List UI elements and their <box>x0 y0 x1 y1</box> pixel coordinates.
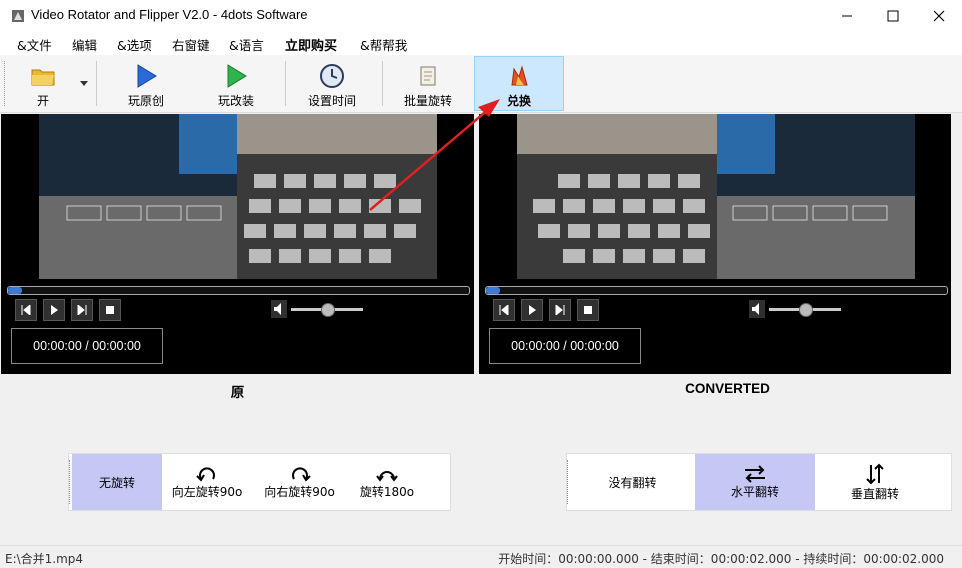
volume-icon[interactable] <box>749 300 765 318</box>
converted-time-display: 00:00:00 / 00:00:00 <box>489 328 641 364</box>
folder-icon <box>31 69 55 86</box>
play-blue-icon <box>137 64 157 88</box>
volume-knob[interactable] <box>799 303 813 317</box>
open-button[interactable]: 开 <box>18 57 68 110</box>
prev-frame-button[interactable] <box>493 299 515 321</box>
flip-group: 没有翻转 水平翻转 垂直翻转 <box>566 453 952 511</box>
rotate-left-90-button[interactable]: 向左旋转90o <box>162 454 252 510</box>
stop-button[interactable] <box>99 299 121 321</box>
rotate-right-label: 向右旋转90o <box>264 484 335 499</box>
play-converted-label: 玩改装 <box>217 94 254 108</box>
toolbar-separator <box>96 61 97 106</box>
play-button[interactable] <box>43 299 65 321</box>
stop-button[interactable] <box>577 299 599 321</box>
converted-seek-bar[interactable] <box>485 286 948 295</box>
batch-rotate-button[interactable]: 批量旋转 <box>398 57 458 110</box>
status-file-path: E:\合并1.mp4 <box>5 552 84 566</box>
menu-bar: &文件 编辑 &选项 右窗键 &语言 立即购买 &帮帮我 <box>0 31 962 55</box>
toolbar-separator <box>285 61 286 106</box>
rotate-180-icon <box>376 470 398 482</box>
open-label: 开 <box>36 94 49 108</box>
play-button[interactable] <box>521 299 543 321</box>
next-frame-button[interactable] <box>71 299 93 321</box>
no-flip-button[interactable]: 没有翻转 <box>570 454 695 510</box>
menu-context[interactable]: 右窗键 <box>172 35 210 54</box>
rotation-group: 无旋转 向左旋转90o 向右旋转90o 旋转180o <box>68 453 451 511</box>
rotate-right-90-button[interactable]: 向右旋转90o <box>252 454 347 510</box>
skip-forward-icon <box>77 305 87 315</box>
flip-horizontal-button[interactable]: 水平翻转 <box>695 454 815 510</box>
converted-video-frame <box>517 114 915 279</box>
no-rotation-button[interactable]: 无旋转 <box>72 454 162 510</box>
rotate-180-label: 旋转180o <box>359 484 415 499</box>
flip-vertical-label: 垂直翻转 <box>850 486 899 501</box>
minimize-icon <box>842 15 852 16</box>
stop-icon <box>106 306 114 314</box>
menu-help[interactable]: &帮帮我 <box>360 35 407 54</box>
volume-icon[interactable] <box>271 300 287 318</box>
original-video-frame <box>39 114 437 279</box>
window-title: Video Rotator and Flipper V2.0 - 4dots S… <box>31 7 308 22</box>
flip-vertical-icon <box>866 463 884 484</box>
original-label: 原 <box>230 385 245 400</box>
toolbar: 开 玩原创 玩改装 设置时间 批量旋转 兑换 <box>0 55 962 113</box>
converted-video-pane: 00:00:00 / 00:00:00 <box>479 114 951 374</box>
menu-file[interactable]: &文件 <box>17 35 52 54</box>
converted-label: CONVERTED <box>685 381 770 396</box>
no-flip-label: 没有翻转 <box>608 475 657 490</box>
toolbar-separator <box>382 61 383 106</box>
close-button[interactable] <box>916 0 962 31</box>
set-time-label: 设置时间 <box>307 94 356 108</box>
flip-horizontal-icon <box>745 464 765 483</box>
status-bar: E:\合并1.mp4 开始时间：00:00:00.000 - 结束时间：00:0… <box>0 545 962 568</box>
chevron-down-icon[interactable] <box>80 81 88 87</box>
close-icon <box>933 10 945 21</box>
menu-language[interactable]: &语言 <box>229 35 264 54</box>
original-seek-bar[interactable] <box>7 286 470 295</box>
toolbar-grip[interactable] <box>4 61 7 106</box>
play-icon <box>51 305 58 315</box>
maximize-icon <box>887 10 899 21</box>
rotate-left-icon <box>196 466 215 482</box>
menu-edit[interactable]: 编辑 <box>72 35 97 54</box>
play-green-icon <box>227 64 247 88</box>
menu-buy-now[interactable]: 立即购买 <box>285 35 337 54</box>
original-time-display: 00:00:00 / 00:00:00 <box>11 328 163 364</box>
next-frame-button[interactable] <box>549 299 571 321</box>
original-video-pane: 00:00:00 / 00:00:00 <box>1 114 474 374</box>
volume-knob[interactable] <box>321 303 335 317</box>
rotate-right-icon <box>291 466 311 482</box>
seek-knob[interactable] <box>8 287 22 294</box>
flip-vertical-button[interactable]: 垂直翻转 <box>815 454 935 510</box>
convert-flame-icon <box>511 65 528 86</box>
title-bar: Video Rotator and Flipper V2.0 - 4dots S… <box>0 0 962 31</box>
skip-forward-icon <box>555 305 565 315</box>
menu-options[interactable]: &选项 <box>117 35 152 54</box>
minimize-button[interactable] <box>824 0 870 31</box>
play-icon <box>529 305 536 315</box>
clock-icon <box>320 64 344 88</box>
play-converted-button[interactable]: 玩改装 <box>206 57 266 110</box>
maximize-button[interactable] <box>870 0 916 31</box>
stop-icon <box>584 306 592 314</box>
scroll-icon <box>420 66 436 86</box>
convert-label: 兑换 <box>506 94 531 108</box>
no-rotation-label: 无旋转 <box>98 475 135 490</box>
prev-frame-button[interactable] <box>15 299 37 321</box>
rotate-left-label: 向左旋转90o <box>171 484 243 499</box>
convert-button[interactable]: 兑换 <box>474 56 564 111</box>
play-original-button[interactable]: 玩原创 <box>116 57 176 110</box>
skip-back-icon <box>21 305 31 315</box>
flip-horizontal-label: 水平翻转 <box>730 484 779 499</box>
status-times: 开始时间：00:00:00.000 - 结束时间：00:00:02.000 - … <box>498 552 944 566</box>
app-icon <box>12 10 24 22</box>
batch-rotate-label: 批量旋转 <box>403 94 452 108</box>
rotate-180-button[interactable]: 旋转180o <box>347 454 427 510</box>
set-time-button[interactable]: 设置时间 <box>300 57 364 110</box>
seek-knob[interactable] <box>486 287 500 294</box>
play-original-label: 玩原创 <box>127 94 164 108</box>
skip-back-icon <box>499 305 509 315</box>
